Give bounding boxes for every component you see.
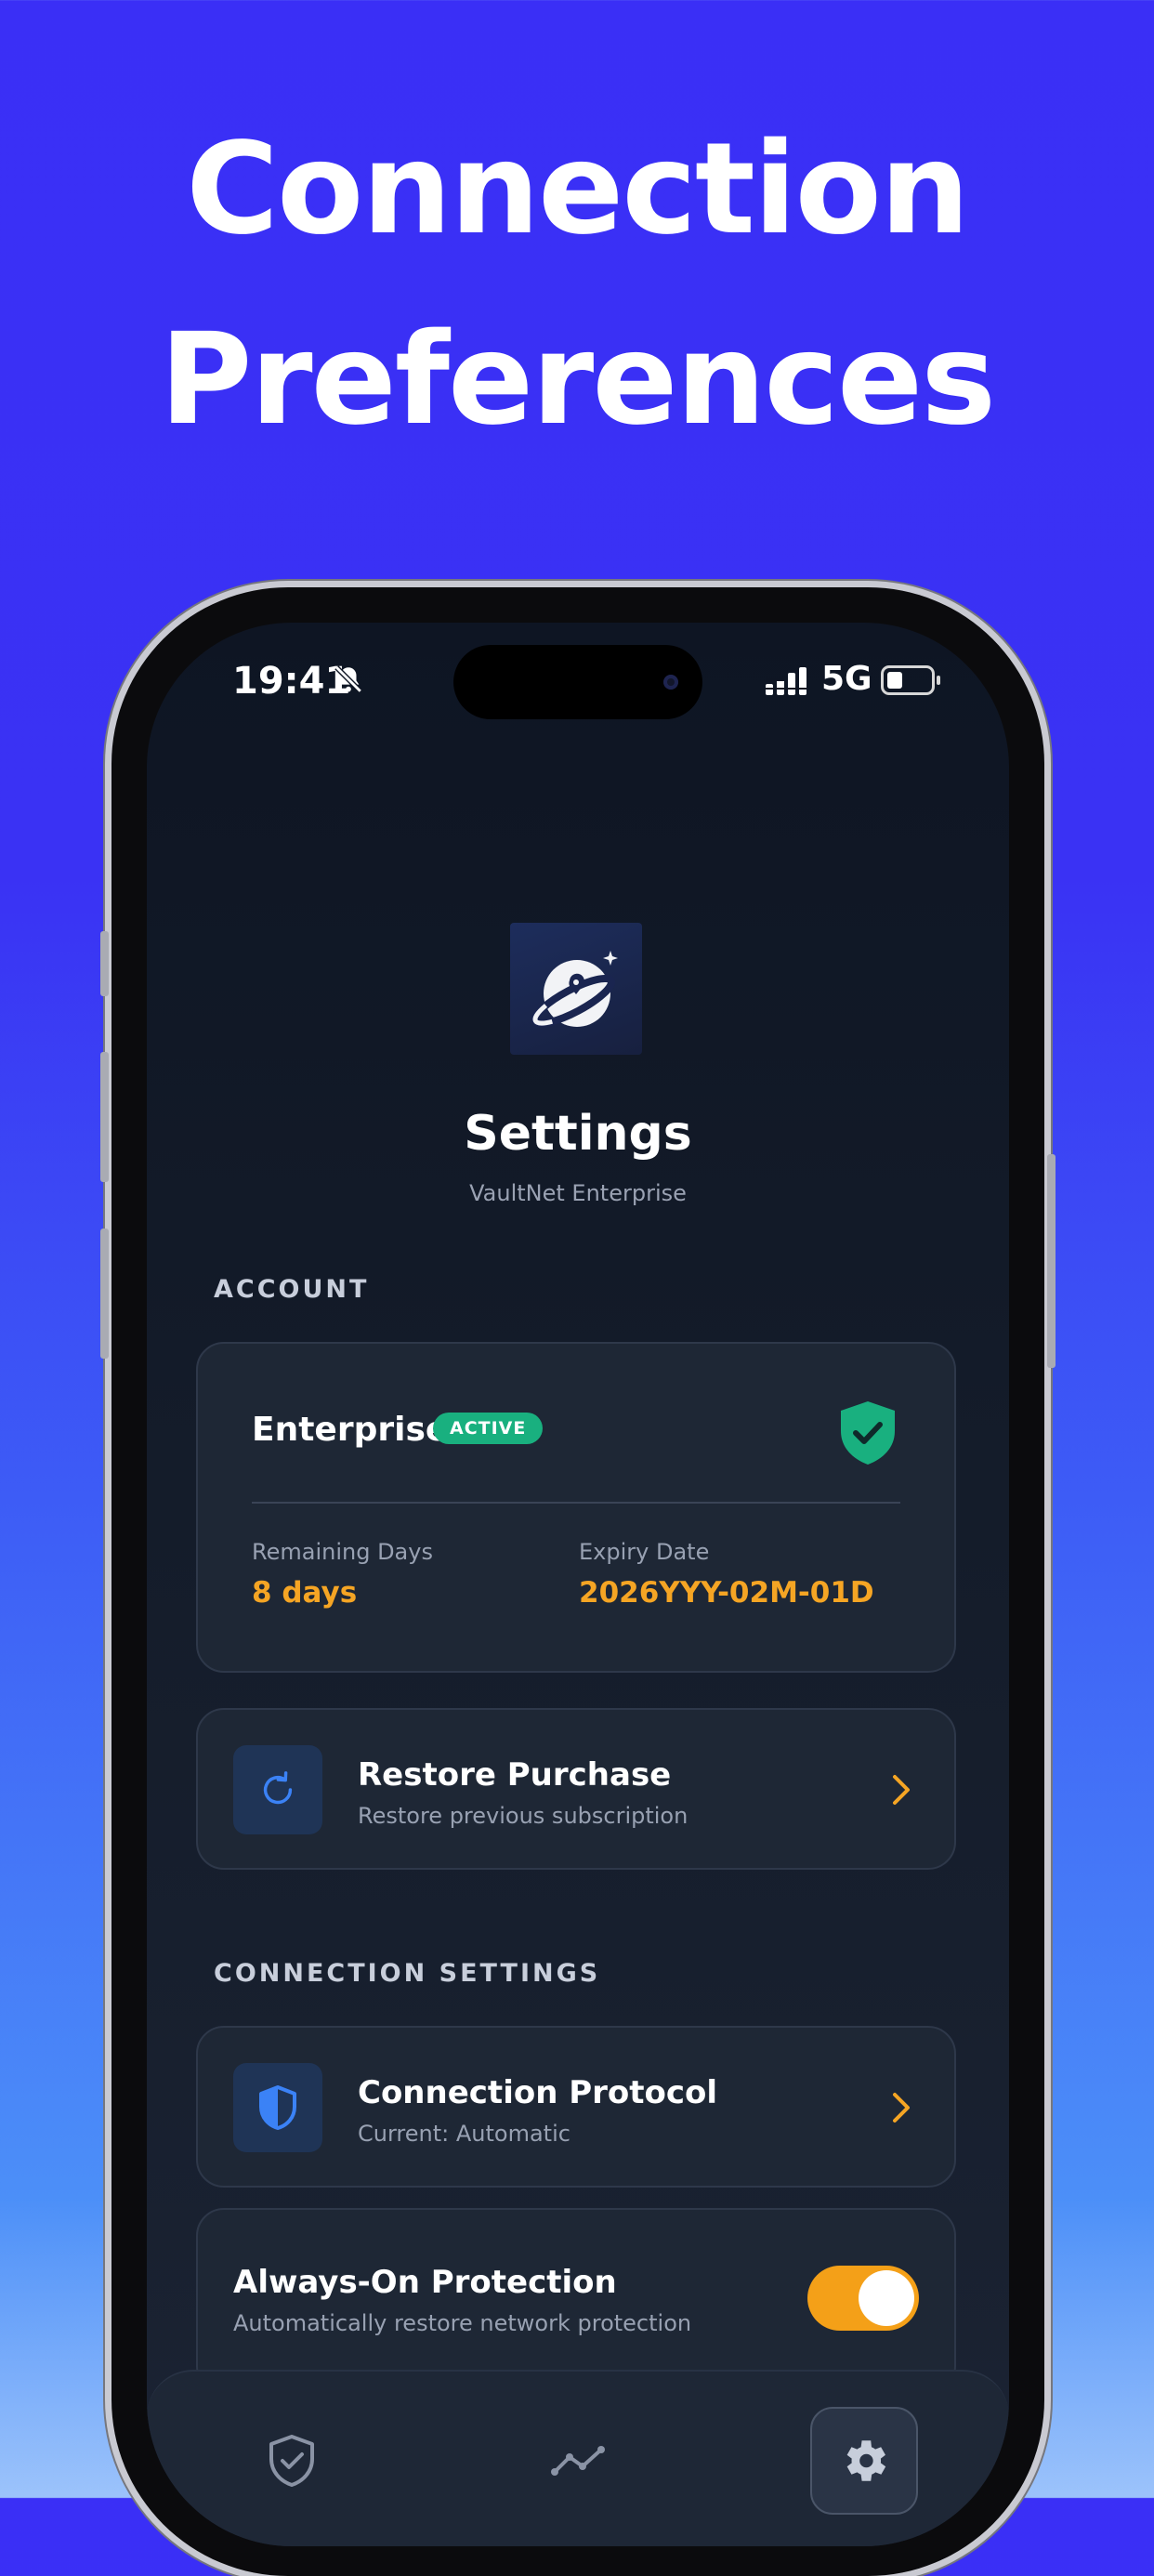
volume-down-button bbox=[100, 1229, 109, 1359]
app-logo bbox=[510, 923, 642, 1055]
restore-purchase-subtitle: Restore previous subscription bbox=[358, 1803, 688, 1829]
battery-icon bbox=[881, 665, 940, 695]
action-button bbox=[100, 931, 109, 996]
connection-protocol-title: Connection Protocol bbox=[358, 2074, 718, 2111]
planet-logo-icon bbox=[531, 951, 618, 1028]
shield-check-icon bbox=[841, 1401, 895, 1465]
tab-bar bbox=[147, 2370, 1009, 2546]
always-on-subtitle: Automatically restore network protection bbox=[233, 2310, 692, 2336]
restore-purchase-row[interactable]: Restore Purchase Restore previous subscr… bbox=[196, 1708, 956, 1870]
restore-icon-box bbox=[233, 1745, 322, 1834]
connection-protocol-subtitle: Current: Automatic bbox=[358, 2121, 570, 2147]
remaining-days-value: 8 days bbox=[252, 1576, 358, 1610]
card-divider bbox=[252, 1502, 900, 1504]
plan-name: Enterprise bbox=[252, 1411, 449, 1449]
chevron-right-icon bbox=[893, 2093, 910, 2123]
camera-icon bbox=[663, 675, 678, 690]
stats-line-icon bbox=[551, 2446, 605, 2476]
status-bar: 19:41 5G bbox=[147, 623, 1009, 753]
account-card: Enterprise ACTIVE Remaining Days 8 days … bbox=[196, 1342, 956, 1673]
headline-line-1: Connection bbox=[186, 116, 970, 263]
expiry-date-label: Expiry Date bbox=[579, 1539, 710, 1565]
expiry-date-value: 2026YYY-02M-01D bbox=[579, 1576, 874, 1610]
signal-icon bbox=[766, 667, 806, 695]
phone-frame: 19:41 5G Settings VaultNet Enterprise AC… bbox=[100, 587, 1056, 2576]
always-on-title: Always-On Protection bbox=[233, 2264, 617, 2301]
toggle-knob bbox=[859, 2270, 914, 2326]
chevron-right-icon bbox=[893, 1775, 910, 1805]
page-subtitle: VaultNet Enterprise bbox=[469, 1180, 687, 1206]
status-badge: ACTIVE bbox=[433, 1413, 544, 1444]
power-button bbox=[1047, 1154, 1056, 1368]
volume-up-button bbox=[100, 1052, 109, 1182]
always-on-toggle[interactable] bbox=[807, 2266, 919, 2331]
dynamic-island bbox=[453, 645, 702, 719]
gear-icon bbox=[846, 2440, 886, 2481]
bell-muted-icon bbox=[334, 665, 362, 693]
app-screen: 19:41 5G Settings VaultNet Enterprise AC… bbox=[147, 623, 1009, 2546]
section-label-account: ACCOUNT bbox=[214, 1275, 370, 1304]
network-type: 5G bbox=[821, 660, 872, 698]
restore-purchase-title: Restore Purchase bbox=[358, 1756, 672, 1794]
shield-half-icon bbox=[259, 2085, 296, 2130]
remaining-days-label: Remaining Days bbox=[252, 1539, 433, 1565]
protocol-icon-box bbox=[233, 2063, 322, 2152]
section-label-connection: CONNECTION SETTINGS bbox=[214, 1959, 601, 1988]
connection-protocol-row[interactable]: Connection Protocol Current: Automatic bbox=[196, 2026, 956, 2188]
always-on-protection-row: Always-On Protection Automatically resto… bbox=[196, 2208, 956, 2394]
tab-protection[interactable] bbox=[238, 2407, 346, 2515]
tab-settings[interactable] bbox=[810, 2407, 918, 2515]
tab-statistics[interactable] bbox=[524, 2407, 632, 2515]
shield-check-icon bbox=[269, 2435, 314, 2487]
refresh-icon bbox=[263, 1771, 293, 1805]
page-title: Settings bbox=[464, 1106, 692, 1162]
headline-line-2: Preferences bbox=[159, 307, 996, 453]
